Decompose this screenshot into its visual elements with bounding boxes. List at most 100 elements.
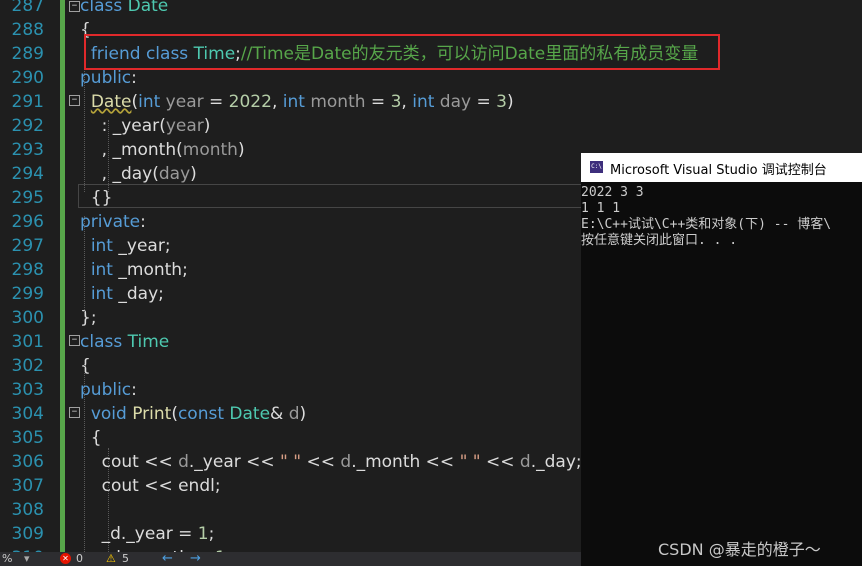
line-number: 303 (11, 380, 44, 400)
code-token: 2022 (228, 92, 272, 112)
code-token: ) (299, 404, 307, 424)
warning-icon[interactable]: ⚠ (106, 552, 116, 566)
code-text[interactable]: int _day; (80, 282, 164, 306)
code-token: class (80, 0, 128, 16)
code-token: = (365, 92, 391, 112)
code-token: day (158, 164, 191, 184)
code-token: ( (159, 116, 166, 136)
code-token: d (178, 452, 189, 472)
code-token: Date (90, 92, 132, 112)
code-token: day (439, 92, 472, 112)
code-token: ) (203, 116, 211, 136)
code-text[interactable]: class Date (80, 0, 168, 18)
code-token: ( (152, 164, 159, 184)
line-number: 304 (11, 404, 44, 424)
code-token: _month (112, 140, 177, 160)
code-token: int (90, 284, 119, 304)
code-token: _year; (118, 236, 171, 256)
line-number: 305 (11, 428, 44, 448)
annotation-highlight-box (84, 34, 720, 70)
code-text[interactable]: { (80, 354, 91, 378)
line-number: 293 (11, 140, 44, 160)
code-token: & (270, 404, 289, 424)
code-text[interactable]: void Print(const Date& d) (80, 402, 306, 426)
navigate-forward-icon[interactable]: → (190, 552, 201, 566)
code-text[interactable]: class Time (80, 330, 169, 354)
code-token: ( (171, 404, 178, 424)
console-output-line: 1 1 1 (581, 201, 621, 216)
code-text[interactable]: int _month; (80, 258, 188, 282)
code-token: " " (459, 452, 481, 472)
indent-guide (108, 120, 109, 192)
code-text[interactable]: cout << endl; (80, 474, 221, 498)
code-token: int (90, 260, 119, 280)
current-line-highlight (78, 184, 583, 208)
code-text[interactable]: int _year; (80, 234, 171, 258)
code-token: _d._year = (80, 524, 198, 544)
code-token: _day (112, 164, 153, 184)
code-token: ; (208, 524, 215, 544)
debug-console-window[interactable]: C:\ Microsoft Visual Studio 调试控制台 2022 3… (581, 153, 862, 566)
zoom-level[interactable]: % (2, 552, 12, 566)
code-text[interactable]: , _month(month) (80, 138, 245, 162)
line-number: 308 (11, 500, 44, 520)
code-text[interactable]: }; (80, 306, 97, 330)
code-token: class (80, 332, 128, 352)
fold-toggle-constructor[interactable]: − (69, 95, 80, 106)
code-token: " " (280, 452, 302, 472)
zoom-dropdown-icon[interactable]: ▾ (24, 552, 30, 566)
code-token: ._day; (530, 452, 582, 472)
code-token: 1 (197, 524, 209, 544)
code-token: int (412, 92, 440, 112)
code-line[interactable]: 292 : _year(year) (0, 114, 862, 138)
code-text[interactable]: : _year(year) (80, 114, 211, 138)
code-token: }; (80, 308, 97, 328)
line-number: 288 (11, 20, 44, 40)
code-token: = (471, 92, 497, 112)
fold-toggle-print[interactable]: − (69, 407, 80, 418)
code-line[interactable]: 287 class Date (0, 0, 862, 18)
line-number: 289 (11, 44, 44, 64)
line-number: 307 (11, 476, 44, 496)
code-token: << (480, 452, 520, 472)
console-output: 2022 3 31 1 1 E:\C++试试\C++类和对象(下) -- 博客\ 按… (581, 185, 862, 249)
console-titlebar[interactable]: C:\ Microsoft Visual Studio 调试控制台 (581, 153, 862, 182)
code-token: ._month << (351, 452, 460, 472)
code-text[interactable]: _d._year = 1; (80, 522, 215, 546)
code-token: : (131, 380, 137, 400)
code-token: _day; (118, 284, 164, 304)
line-number: 306 (11, 452, 44, 472)
code-token: ) (237, 140, 245, 160)
warning-count[interactable]: 5 (122, 552, 129, 566)
console-output-line: 按任意键关闭此窗口. . . (581, 233, 738, 248)
code-text[interactable]: , _day(day) (80, 162, 197, 186)
line-number: 300 (11, 308, 44, 328)
code-token: int (90, 236, 119, 256)
code-token: cout << (80, 452, 179, 472)
code-text[interactable]: Date(int year = 2022, int month = 3, int… (80, 90, 514, 114)
code-token: Date (229, 404, 271, 424)
indent-guide (84, 360, 85, 552)
fold-toggle-date-class[interactable]: − (69, 1, 80, 12)
navigate-back-icon[interactable]: ← (162, 552, 173, 566)
code-text[interactable]: private: (80, 210, 146, 234)
code-token: Time (127, 332, 170, 352)
code-token: , (271, 92, 283, 112)
error-count[interactable]: 0 (76, 552, 83, 566)
error-icon[interactable]: ✕ (60, 553, 71, 564)
code-token: << (301, 452, 341, 472)
code-token: Date (127, 0, 169, 16)
code-text[interactable]: cout << d._year << " " << d._month << " … (80, 450, 582, 474)
code-token: ) (506, 92, 514, 112)
code-text[interactable]: public: (80, 378, 137, 402)
code-token: ) (190, 164, 197, 184)
line-number: 291 (11, 92, 44, 112)
code-line[interactable]: 291 Date(int year = 2022, int month = 3,… (0, 90, 862, 114)
line-number: 309 (11, 524, 44, 544)
fold-toggle-time-class[interactable]: − (69, 335, 80, 346)
console-app-icon: C:\ (590, 161, 603, 173)
code-token: d (288, 404, 300, 424)
